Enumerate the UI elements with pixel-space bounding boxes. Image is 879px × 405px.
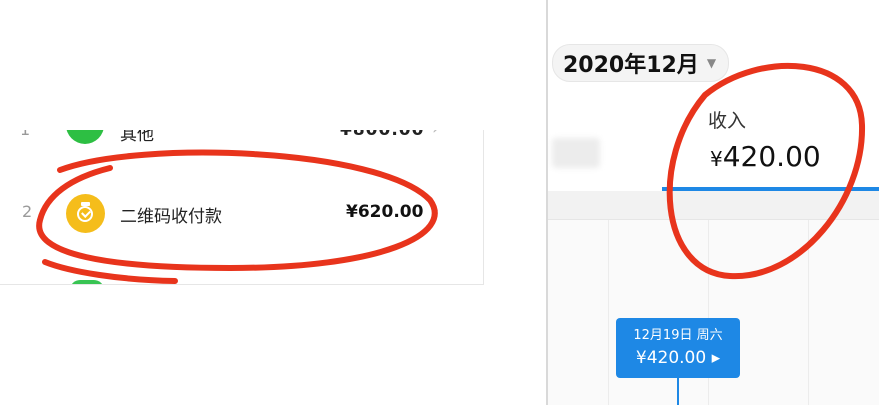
monthly-summary-panel: 2020年12月 ▼ 收入 ¥420.00 12月19日 周六 ¥420.00 … [548,0,879,405]
chevron-right-icon: › [432,200,440,221]
blurred-expense-tab [552,138,600,168]
caret-down-icon: ▼ [706,56,717,70]
chat-icon [66,130,104,144]
income-tab-label[interactable]: 收入 [708,106,746,133]
income-amount: 420.00 [722,140,821,173]
transaction-category-list: 1 其他 ¥800.00 › 2 二维码收付款 ¥620.00 › [0,130,484,285]
chevron-right-icon: › [432,130,439,139]
section-separator [548,191,879,220]
month-label: 2020年12月 [563,53,699,78]
row-label: 其他 [120,130,154,145]
next-row-icon [70,280,104,284]
list-item-qr-payment[interactable]: 2 二维码收付款 ¥620.00 › [0,186,483,242]
list-item[interactable]: 1 其他 ¥800.00 › [0,130,483,150]
chart-gridline [808,220,809,405]
tooltip-date: 12月19日 周六 [633,328,723,343]
row-amount: ¥620.00 [346,202,424,222]
chart-tooltip[interactable]: 12月19日 周六 ¥420.00 ▸ [616,318,740,378]
tooltip-amount: ¥420.00 ▸ [635,348,721,368]
row-index: 1 [20,130,30,139]
month-picker[interactable]: 2020年12月 ▼ [552,44,730,82]
row-amount: ¥800.00 [340,130,425,140]
chart-gridline [608,220,609,405]
row-index: 2 [22,202,33,221]
stopwatch-icon [66,194,105,233]
income-total: ¥420.00 [710,140,821,173]
tooltip-pointer-line [677,378,679,405]
row-label: 二维码收付款 [120,207,222,227]
currency-symbol: ¥ [710,147,723,171]
